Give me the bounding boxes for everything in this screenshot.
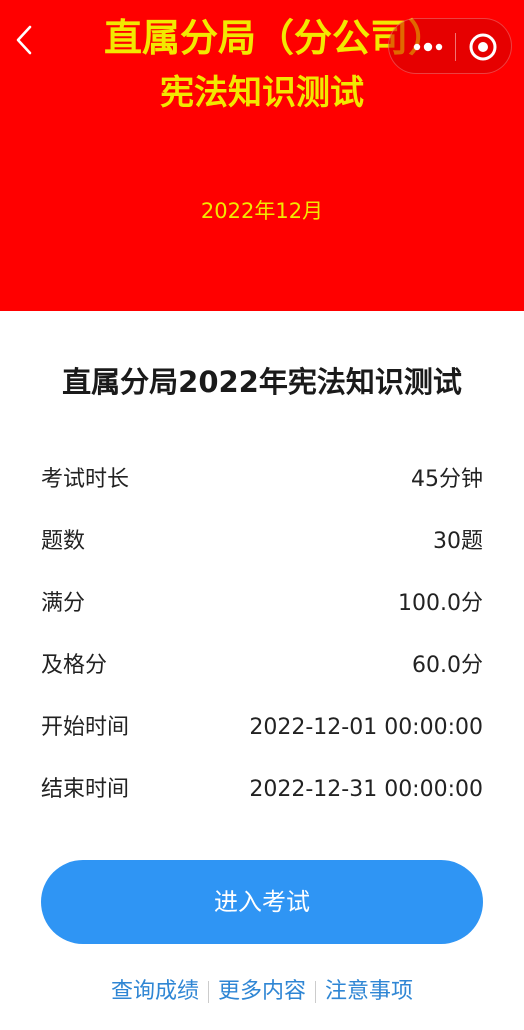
info-row-end-time: 结束时间 2022-12-31 00:00:00 xyxy=(41,772,483,808)
info-row-pass-score: 及格分 60.0分 xyxy=(41,648,483,684)
query-score-link[interactable]: 查询成绩 xyxy=(111,972,199,1012)
info-value: 2022-12-31 00:00:00 xyxy=(249,777,483,802)
info-value: 60.0分 xyxy=(412,653,483,678)
more-content-link[interactable]: 更多内容 xyxy=(218,972,306,1012)
info-row-start-time: 开始时间 2022-12-01 00:00:00 xyxy=(41,710,483,746)
info-value: 100.0分 xyxy=(398,591,483,616)
exam-title: 直属分局2022年宪法知识测试 xyxy=(62,365,462,399)
capsule-divider xyxy=(455,33,456,61)
banner-date: 2022年12月 xyxy=(200,199,324,223)
info-label: 开始时间 xyxy=(41,715,130,740)
enter-exam-button[interactable]: 进入考试 xyxy=(41,860,483,944)
info-label: 题数 xyxy=(41,529,86,554)
info-label: 及格分 xyxy=(41,653,108,678)
notes-link[interactable]: 注意事项 xyxy=(325,972,413,1012)
info-value: 2022-12-01 00:00:00 xyxy=(249,715,483,740)
link-divider xyxy=(207,981,209,1003)
target-circle-icon[interactable] xyxy=(467,31,499,63)
mini-program-capsule xyxy=(388,18,512,74)
info-value: 30题 xyxy=(433,529,483,554)
link-divider xyxy=(315,981,316,1003)
header-banner: 直属分局（分公司） 宪法知识测试 2022年12月 xyxy=(0,0,524,311)
more-dots-icon[interactable] xyxy=(405,33,451,61)
info-row-duration: 考试时长 45分钟 xyxy=(41,462,483,498)
info-label: 满分 xyxy=(41,591,86,616)
banner-title-line2: 宪法知识测试 xyxy=(160,73,364,113)
info-label: 结束时间 xyxy=(41,777,130,802)
info-row-question-count: 题数 30题 xyxy=(41,524,483,560)
info-label: 考试时长 xyxy=(41,467,130,492)
info-value: 45分钟 xyxy=(411,467,483,492)
footer-links: 查询成绩 更多内容 注意事项 xyxy=(0,972,524,1012)
info-row-full-score: 满分 100.0分 xyxy=(41,586,483,622)
